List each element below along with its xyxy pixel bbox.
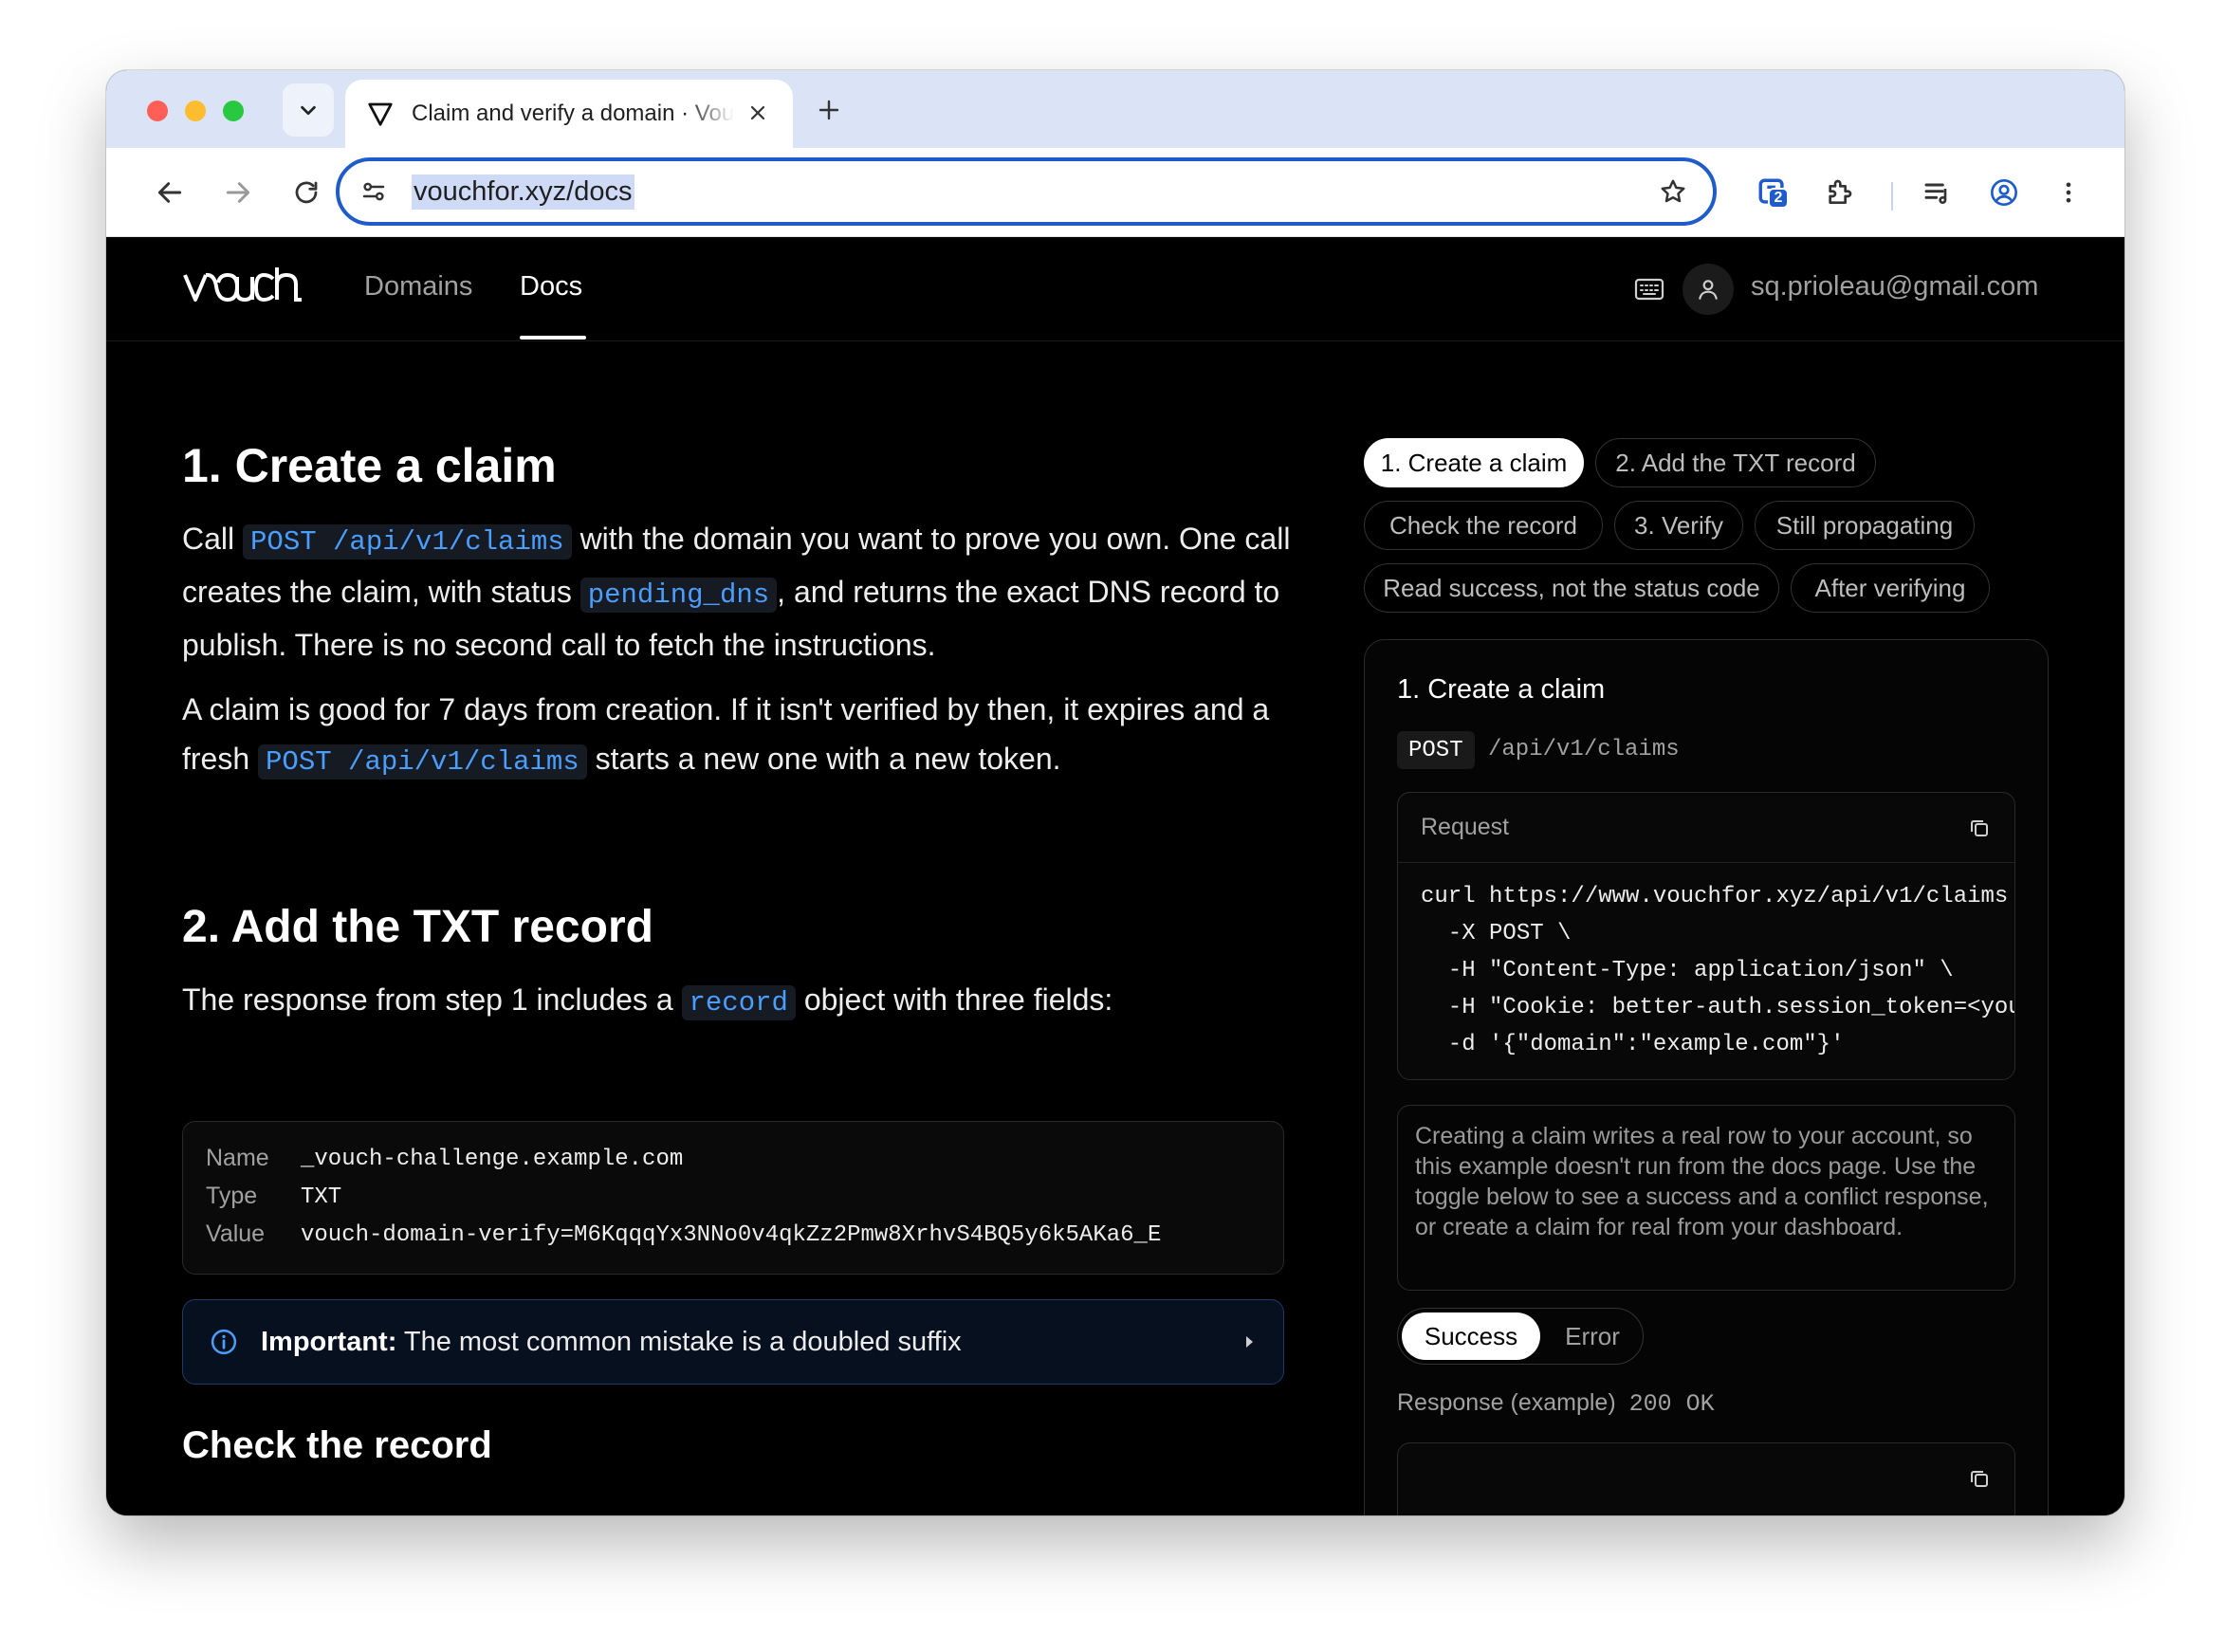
forward-button[interactable]: [214, 169, 262, 216]
close-tab-icon[interactable]: [744, 99, 772, 127]
request-code-block: Request curl https://www.vouchfor.xyz/ap…: [1397, 792, 2015, 1080]
api-example-panel: 1. Create a claim POST /api/v1/claims Re…: [1364, 639, 2049, 1515]
record-field-label: Type: [206, 1183, 258, 1209]
txt-record-fields: Name _vouch-challenge.example.com Type T…: [182, 1121, 1284, 1275]
record-field-label: Value: [206, 1221, 266, 1247]
code-line: -d '{"domain":"example.com"}': [1421, 1032, 1845, 1057]
toc-chip-still-propagating[interactable]: Still propagating: [1755, 501, 1975, 550]
callout-text: Important: The most common mistake is a …: [261, 1326, 962, 1357]
add-txt-record-paragraph: The response from step 1 includes a reco…: [182, 982, 1113, 1020]
profile-button[interactable]: [1980, 169, 2028, 216]
inline-code: pending_dns: [579, 578, 778, 613]
inline-code: POST /api/v1/claims: [243, 524, 572, 560]
http-method-badge: POST: [1397, 731, 1475, 769]
copy-icon[interactable]: [1965, 814, 1994, 842]
response-status: 200 OK: [1628, 1390, 1715, 1418]
toggle-success[interactable]: Success: [1402, 1312, 1540, 1360]
chevron-right-icon: [1238, 1331, 1260, 1353]
vouch-extension-button[interactable]: 2: [1749, 169, 1796, 216]
vouch-favicon-icon: [364, 98, 396, 130]
close-window-button[interactable]: [147, 101, 168, 121]
address-bar[interactable]: vouchfor.xyz/docs: [336, 157, 1717, 226]
nav-link-docs[interactable]: Docs: [520, 271, 582, 303]
panel-title: 1. Create a claim: [1397, 674, 1606, 705]
example-note: Creating a claim writes a real row to yo…: [1397, 1105, 2015, 1291]
inline-code: record: [681, 985, 796, 1020]
extensions-button[interactable]: [1815, 169, 1863, 216]
chevron-down-icon: [301, 105, 316, 116]
arrow-left-icon: [157, 182, 182, 203]
more-vertical-icon: [2066, 182, 2071, 203]
record-field-value[interactable]: _vouch-challenge.example.com: [301, 1147, 683, 1172]
request-header: Request: [1398, 793, 2014, 863]
request-label: Request: [1421, 814, 1510, 840]
section-heading-add-txt-record: 2. Add the TXT record: [182, 902, 653, 952]
arrow-right-icon: [226, 182, 250, 203]
create-claim-paragraph-1: Call POST /api/v1/claims with the domain…: [182, 522, 1291, 662]
plus-icon: [818, 100, 839, 120]
toc-chip-read-success[interactable]: Read success, not the status code: [1364, 563, 1779, 613]
puzzle-icon: [1829, 179, 1852, 204]
tab-search-button[interactable]: [283, 83, 334, 137]
reading-list-button[interactable]: [1914, 169, 1961, 216]
user-icon: [1699, 280, 1718, 300]
site-settings-icon[interactable]: [357, 174, 391, 209]
extension-badge: 2: [1768, 188, 1789, 209]
web-page: Domains Docs sq.prioleau@gmail.com 1. Cr…: [106, 237, 2124, 1515]
toc-chip-verify[interactable]: 3. Verify: [1614, 501, 1743, 550]
toggle-error[interactable]: Error: [1550, 1312, 1635, 1360]
nav-link-domains[interactable]: Domains: [364, 271, 472, 303]
toc-chip-create-claim[interactable]: 1. Create a claim: [1364, 438, 1584, 487]
site-header: Domains Docs sq.prioleau@gmail.com: [106, 237, 2124, 341]
browser-tab[interactable]: Claim and verify a domain · Vouch: [345, 80, 793, 148]
user-avatar[interactable]: [1683, 264, 1734, 315]
section-heading-check-record: Check the record: [182, 1424, 492, 1466]
code-line: -H "Content-Type: application/json" \: [1421, 958, 1954, 983]
endpoint-path: /api/v1/claims: [1488, 737, 1680, 762]
toc-chip-check-record[interactable]: Check the record: [1364, 501, 1603, 550]
active-nav-indicator: [520, 336, 586, 340]
browser-toolbar: vouchfor.xyz/docs 2: [106, 148, 2124, 237]
code-line: -X POST \: [1421, 921, 1572, 946]
response-label-row: Response (example) 200 OK: [1397, 1389, 1715, 1418]
browser-menu-button[interactable]: [2045, 169, 2092, 216]
url-text[interactable]: vouchfor.xyz/docs: [412, 174, 634, 210]
toolbar-divider: [1891, 182, 1893, 211]
tab-strip: Claim and verify a domain · Vouch: [106, 70, 2124, 148]
section-heading-create-claim: 1. Create a claim: [182, 439, 557, 492]
record-field-value[interactable]: TXT: [301, 1184, 341, 1210]
toc-chip-after-verifying[interactable]: After verifying: [1791, 563, 1990, 613]
bookmark-star-icon[interactable]: [1654, 173, 1692, 211]
minimize-window-button[interactable]: [185, 101, 206, 121]
tab-title: Claim and verify a domain · Vouch: [412, 101, 734, 126]
maximize-window-button[interactable]: [223, 101, 244, 121]
vouch-logo[interactable]: [182, 266, 305, 310]
copy-icon[interactable]: [1965, 1464, 1994, 1493]
response-toggle: Success Error: [1397, 1308, 1644, 1365]
user-email[interactable]: sq.prioleau@gmail.com: [1751, 271, 2038, 303]
code-line: curl https://www.vouchfor.xyz/api/v1/cla…: [1421, 884, 2009, 909]
new-tab-button[interactable]: [808, 89, 850, 131]
code-line: -H "Cookie: better-auth.session_token=<y…: [1421, 995, 2015, 1020]
toc-chip-add-txt-record[interactable]: 2. Add the TXT record: [1595, 438, 1876, 487]
info-icon: [208, 1326, 240, 1358]
response-label: Response (example): [1397, 1389, 1616, 1416]
account-circle-icon: [1991, 179, 2017, 206]
reload-icon: [295, 181, 318, 204]
keyboard-icon[interactable]: [1631, 271, 1667, 307]
browser-window: Claim and verify a domain · Vouch vouchf…: [106, 70, 2124, 1515]
inline-code: POST /api/v1/claims: [258, 744, 587, 780]
reload-button[interactable]: [283, 169, 330, 216]
record-field-label: Name: [206, 1145, 269, 1171]
record-field-value[interactable]: vouch-domain-verify=M6KqqqYx3NNo0v4qkZz2…: [301, 1222, 1161, 1248]
media-list-icon: [1924, 183, 1947, 204]
create-claim-paragraph-2: A claim is good for 7 days from creation…: [182, 692, 1270, 780]
important-callout[interactable]: Important: The most common mistake is a …: [182, 1299, 1284, 1385]
back-button[interactable]: [146, 169, 193, 216]
response-code-block: [1397, 1442, 2015, 1515]
